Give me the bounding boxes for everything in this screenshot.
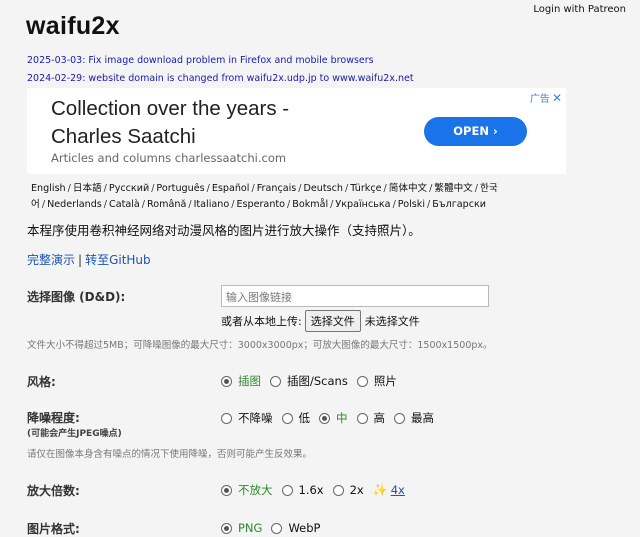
language-separator: / — [188, 199, 192, 210]
ad-subtitle: Articles and columns charlessaatchi.com — [51, 151, 287, 165]
language-link[interactable]: Български — [432, 199, 486, 210]
image-url-input[interactable]: 输入图像链接 — [221, 285, 489, 307]
link-separator: | — [78, 253, 83, 267]
advertisement-banner[interactable]: Collection over the years - Charles Saat… — [27, 88, 566, 174]
intro-text: 本程序使用卷积神经网络对动漫风格的图片进行放大操作（支持照片）。 — [27, 223, 421, 238]
ad-title[interactable]: Collection over the years - Charles Saat… — [51, 95, 289, 151]
noise-option-label[interactable]: 中 — [336, 410, 348, 426]
news-item: 2024-02-29: website domain is changed fr… — [27, 73, 414, 84]
ad-open-button[interactable]: OPEN › — [424, 117, 527, 146]
ad-choices[interactable]: 广告 ✕ — [530, 90, 562, 105]
style-options: 插图 插图/Scans 照片 — [221, 373, 406, 389]
upload-row: 或者从本地上传: 选择文件 未选择文件 — [221, 310, 420, 332]
language-link[interactable]: 简体中文 — [389, 183, 427, 194]
language-link[interactable]: Українська — [335, 199, 390, 210]
ad-open-label: OPEN — [453, 124, 489, 138]
format-option-label[interactable]: WebP — [288, 521, 320, 535]
language-link[interactable]: Polski — [398, 199, 425, 210]
magic-wand-icon: ✨ — [372, 483, 388, 497]
language-link[interactable]: Română — [147, 199, 186, 210]
demo-link[interactable]: 完整演示 — [27, 253, 75, 267]
noise-radio[interactable] — [281, 412, 293, 424]
noise-sublabel: (可能会产生JPEG噪点) — [27, 429, 122, 439]
language-separator: / — [474, 183, 478, 194]
scale-option-label[interactable]: 2x — [350, 483, 364, 497]
ad-tag-label: 广告 — [529, 94, 550, 105]
noise-option-label[interactable]: 高 — [374, 410, 386, 426]
language-link[interactable]: Português — [156, 183, 204, 194]
language-link[interactable]: Français — [257, 183, 297, 194]
scale-radio[interactable] — [332, 484, 344, 496]
image-label: 选择图像 (D&D): — [27, 290, 126, 304]
language-link[interactable]: 繁體中文 — [434, 183, 472, 194]
login-patreon-link[interactable]: Login with Patreon — [533, 4, 626, 15]
style-option-label[interactable]: 照片 — [374, 373, 397, 389]
noise-radio[interactable] — [319, 412, 330, 424]
style-label: 风格: — [27, 375, 56, 389]
language-link[interactable]: Nederlands — [47, 199, 102, 210]
noise-options: 不降噪 低 中 高 最高 — [221, 410, 443, 426]
noise-radio[interactable] — [221, 412, 232, 424]
language-separator: / — [141, 199, 146, 210]
top-links: 完整演示 | 转至GitHub — [27, 251, 151, 268]
language-separator: / — [206, 183, 210, 194]
noise-radio[interactable] — [394, 412, 405, 424]
ad-title-line[interactable]: Charles Saatchi — [51, 123, 289, 151]
scale-option-label[interactable]: 4x — [391, 483, 405, 497]
language-selector: English / 日本語 / Русский / Português / Español / Fr… — [31, 181, 621, 213]
scale-label: 放大倍数: — [27, 484, 80, 498]
language-separator: / — [251, 183, 255, 194]
language-separator: / — [103, 199, 108, 210]
scale-radio[interactable] — [221, 484, 232, 496]
site-logo: waifu2x — [26, 12, 120, 40]
language-separator: / — [103, 183, 107, 194]
github-link[interactable]: 转至GitHub — [85, 253, 151, 267]
noise-option-label[interactable]: 不降噪 — [238, 410, 273, 426]
style-radio[interactable] — [270, 375, 281, 387]
style-option-label[interactable]: 插图/Scans — [287, 373, 348, 389]
noise-label: 降噪程度: — [27, 411, 80, 425]
noise-option-label[interactable]: 最高 — [411, 410, 434, 426]
news-item: 2025-03-03: Fix image download problem i… — [27, 55, 374, 66]
language-link[interactable]: Deutsch — [304, 183, 344, 194]
file-status: 未选择文件 — [364, 315, 420, 328]
language-link[interactable]: Русский — [109, 183, 149, 194]
style-option-label[interactable]: 插图 — [238, 373, 261, 389]
noise-hint: 请仅在图像本身含有噪点的情况下使用降噪，否则可能产生反效果。 — [27, 449, 313, 460]
upload-prefix: 或者从本地上传: — [221, 315, 302, 328]
language-separator: / — [41, 199, 46, 210]
scale-options: 不放大 1.6x 2x ✨ 4x — [221, 482, 414, 498]
close-icon[interactable]: ✕ — [552, 91, 562, 105]
format-label: 图片格式: — [27, 522, 80, 536]
chevron-right-icon: › — [492, 124, 498, 138]
format-radio[interactable] — [221, 522, 232, 534]
language-link[interactable]: Català — [109, 199, 140, 210]
scale-radio[interactable] — [281, 484, 293, 496]
language-link[interactable]: Esperanto — [236, 199, 285, 210]
ad-title-line[interactable]: Collection over the years - — [51, 95, 289, 123]
format-option-label[interactable]: PNG — [238, 521, 262, 535]
language-separator: / — [383, 183, 387, 194]
format-radio[interactable] — [271, 522, 283, 534]
choose-file-button[interactable]: 选择文件 — [304, 310, 361, 332]
language-link[interactable]: 日本語 — [73, 183, 102, 194]
language-link[interactable]: English — [31, 183, 66, 194]
scale-option-label[interactable]: 1.6x — [299, 483, 324, 497]
language-separator: / — [67, 183, 71, 194]
scale-option-label[interactable]: 不放大 — [238, 482, 273, 498]
language-link[interactable]: Italiano — [194, 199, 230, 210]
language-separator: / — [298, 183, 302, 194]
noise-option-label[interactable]: 低 — [299, 410, 311, 426]
language-separator: / — [392, 199, 396, 210]
noise-radio[interactable] — [356, 412, 368, 424]
language-link[interactable]: Bokmål — [292, 199, 328, 210]
style-radio[interactable] — [356, 375, 368, 387]
format-options: PNG WebP — [221, 521, 329, 535]
style-radio[interactable] — [221, 375, 232, 387]
size-hint: 文件大小不得超过5MB；可降噪图像的最大尺寸：3000x3000px；可放大图像… — [27, 340, 493, 351]
language-link[interactable]: Türkçe — [350, 183, 381, 194]
language-link[interactable]: Español — [212, 183, 250, 194]
